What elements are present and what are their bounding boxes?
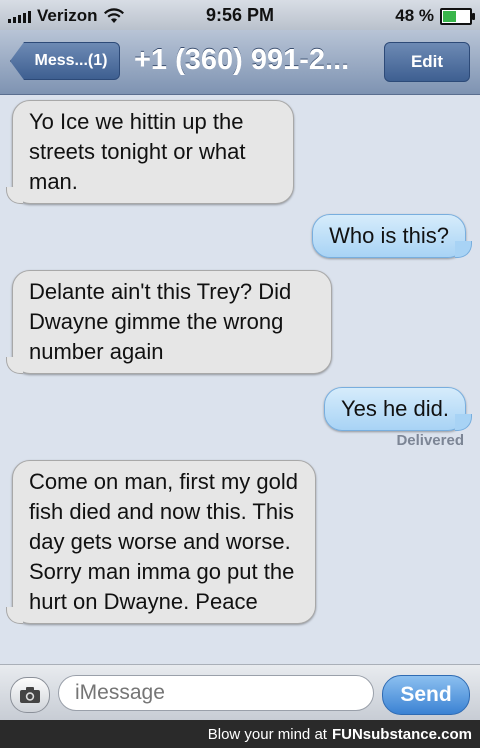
camera-icon [20,687,40,703]
camera-button[interactable] [10,677,50,713]
nav-bar: Mess...(1) +1 (360) 991-2... Edit [0,30,480,95]
message-bubble: Come on man, first my gold fish died and… [6,460,316,624]
message-input[interactable] [58,675,374,711]
battery-fill [443,10,457,22]
edit-button[interactable]: Edit [384,42,470,82]
battery-percent: 48 % [395,6,434,25]
message-bubble: Who is this? [312,214,472,258]
watermark-footer: Blow your mind at FUNsubstance.com [0,720,480,748]
footer-text: Blow your mind at [207,725,327,743]
battery-icon [440,7,475,25]
compose-bar: Send [0,664,480,721]
contact-title: +1 (360) 991-2... [134,44,350,76]
message-bubble: Yo Ice we hittin up the streets tonight … [6,100,294,204]
delivered-label: Delivered [396,432,464,449]
message-bubble: Yes he did. [323,387,473,431]
message-bubble: Delante ain't this Trey? Did Dwayne gimm… [6,270,332,374]
footer-brand: FUNsubstance.com [331,725,472,743]
status-bar: Verizon 9:56 PM 48 % [0,0,480,30]
back-button[interactable]: Mess...(1) [10,42,120,80]
battery-area: 48 % [395,6,475,26]
send-button[interactable]: Send [382,675,470,715]
